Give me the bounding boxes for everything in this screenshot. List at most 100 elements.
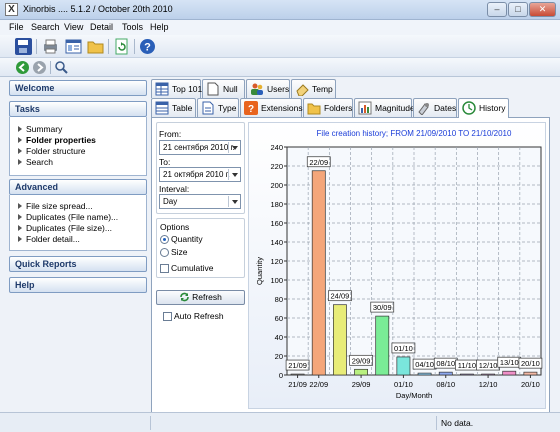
sidebar-tasks-header[interactable]: Tasks [9,101,147,117]
tab-history[interactable]: History [458,98,509,118]
from-label: From: [159,129,182,139]
sidebar-item-duplicates-size[interactable]: Duplicates (File size)... [18,223,112,233]
arrow-icon [18,236,22,242]
sidebar-item-folder-detail[interactable]: Folder detail... [18,234,80,244]
y-axis-label: Quantity [255,257,264,285]
sidebar-advanced-header[interactable]: Advanced [9,179,147,195]
menu-detail[interactable]: Detail [90,22,113,32]
bar [333,304,347,376]
sidebar-item-file-size-spread[interactable]: File size spread... [18,201,93,211]
sidebar-quick-reports[interactable]: Quick Reports [9,256,147,272]
options-label: Options [160,222,190,232]
users-icon [250,82,264,96]
chevron-down-icon[interactable] [228,196,239,207]
sidebar-item-summary[interactable]: Summary [18,124,62,134]
minimize-button[interactable]: – [487,2,507,17]
bar-data-label: 04/10 [415,360,434,369]
x-tick-label: 12/10 [479,380,498,389]
refresh-document-icon[interactable] [113,38,130,55]
help-icon[interactable]: ? [139,38,156,55]
x-tick-label: 01/10 [394,380,413,389]
save-icon[interactable] [15,38,32,55]
arrow-icon [18,126,22,132]
bar-data-label: 20/10 [521,359,540,368]
to-date-picker[interactable]: 21 октября 2010 г. [159,167,241,182]
auto-refresh-checkbox[interactable] [163,312,172,321]
history-icon [462,101,476,115]
window-title: Xinorbis .... 5.1.2 / October 20th 2010 [23,4,173,14]
sidebar-item-search[interactable]: Search [18,157,53,167]
from-date-picker[interactable]: 21 сентября 2010 г. [159,140,241,155]
bar-data-label: 13/10 [500,358,519,367]
bar-data-label: 24/09 [331,292,350,301]
interval-select[interactable]: Day [159,194,241,209]
sidebar-item-folder-structure[interactable]: Folder structure [18,146,86,156]
scan-icon[interactable] [54,60,69,75]
tab-extensions[interactable]: ? Extensions [240,98,303,117]
sidebar: Welcome Tasks Summary Folder properties … [9,80,147,410]
window-list-icon[interactable] [65,38,82,55]
printer-icon[interactable] [42,38,59,55]
chart-icon [358,101,372,115]
y-tick-label: 40 [275,333,283,342]
size-radio[interactable] [160,248,169,257]
to-label: To: [159,157,171,167]
tab-magnitude[interactable]: Magnitude [354,98,415,117]
chart-title: File creation history; FROM 21/09/2010 T… [317,129,512,138]
y-tick-label: 220 [270,162,283,171]
tab-folders[interactable]: Folders [303,98,353,117]
chevron-down-icon[interactable] [228,142,239,153]
auto-refresh-label: Auto Refresh [174,311,224,321]
bar [417,372,432,376]
tab-temp[interactable]: Temp [291,79,336,98]
tab-type[interactable]: Type [197,98,239,117]
quantity-radio[interactable] [160,235,169,244]
back-icon[interactable] [15,60,30,75]
svg-text:?: ? [144,42,151,54]
bar [523,371,538,376]
bar-data-label: 21/09 [288,361,307,370]
cumulative-checkbox-label: Cumulative [171,263,214,273]
tab-users[interactable]: Users [246,79,290,98]
sidebar-item-duplicates-name[interactable]: Duplicates (File name)... [18,212,118,222]
x-tick-label: 29/09 [352,380,371,389]
y-tick-label: 160 [270,219,283,228]
bar [354,368,368,376]
arrow-icon [18,225,22,231]
menu-search[interactable]: Search [31,22,60,32]
y-tick-label: 140 [270,238,283,247]
bar-data-label: 22/09 [309,158,328,167]
close-button[interactable]: ✕ [529,2,556,17]
bar-data-label: 11/10 [458,361,476,370]
tab-null[interactable]: Null [202,79,245,98]
title-bar: X Xinorbis .... 5.1.2 / October 20th 201… [0,0,560,20]
maximize-button[interactable]: □ [508,2,528,17]
navigation-toolbar [0,58,560,77]
eraser-icon [295,82,309,97]
cumulative-checkbox[interactable] [160,264,169,273]
forward-icon[interactable] [32,60,47,75]
sidebar-item-folder-properties[interactable]: Folder properties [18,135,96,145]
app-logo-icon: X [5,3,18,16]
svg-text:?: ? [248,104,254,115]
arrow-icon [18,203,22,209]
x-axis-label: Day/Month [396,391,432,400]
refresh-button[interactable]: Refresh [156,290,245,305]
tab-top-101[interactable]: Top 101 [151,79,202,98]
menu-tools[interactable]: Tools [122,22,143,32]
folder-icon [307,101,321,115]
sidebar-help[interactable]: Help [9,277,147,293]
bar [481,373,495,376]
tab-table[interactable]: Table [151,98,196,117]
sidebar-welcome[interactable]: Welcome [9,80,147,96]
open-folder-icon[interactable] [87,38,104,55]
tab-dates[interactable]: Dates [413,98,457,117]
menu-view[interactable]: View [64,22,83,32]
chevron-down-icon[interactable] [228,169,239,180]
y-tick-label: 100 [270,276,283,285]
history-chart: File creation history; FROM 21/09/2010 T… [248,122,546,409]
menu-help[interactable]: Help [150,22,169,32]
menu-file[interactable]: File [9,22,24,32]
bar-data-label: 08/10 [436,359,455,368]
bar-data-label: 30/09 [373,303,392,312]
